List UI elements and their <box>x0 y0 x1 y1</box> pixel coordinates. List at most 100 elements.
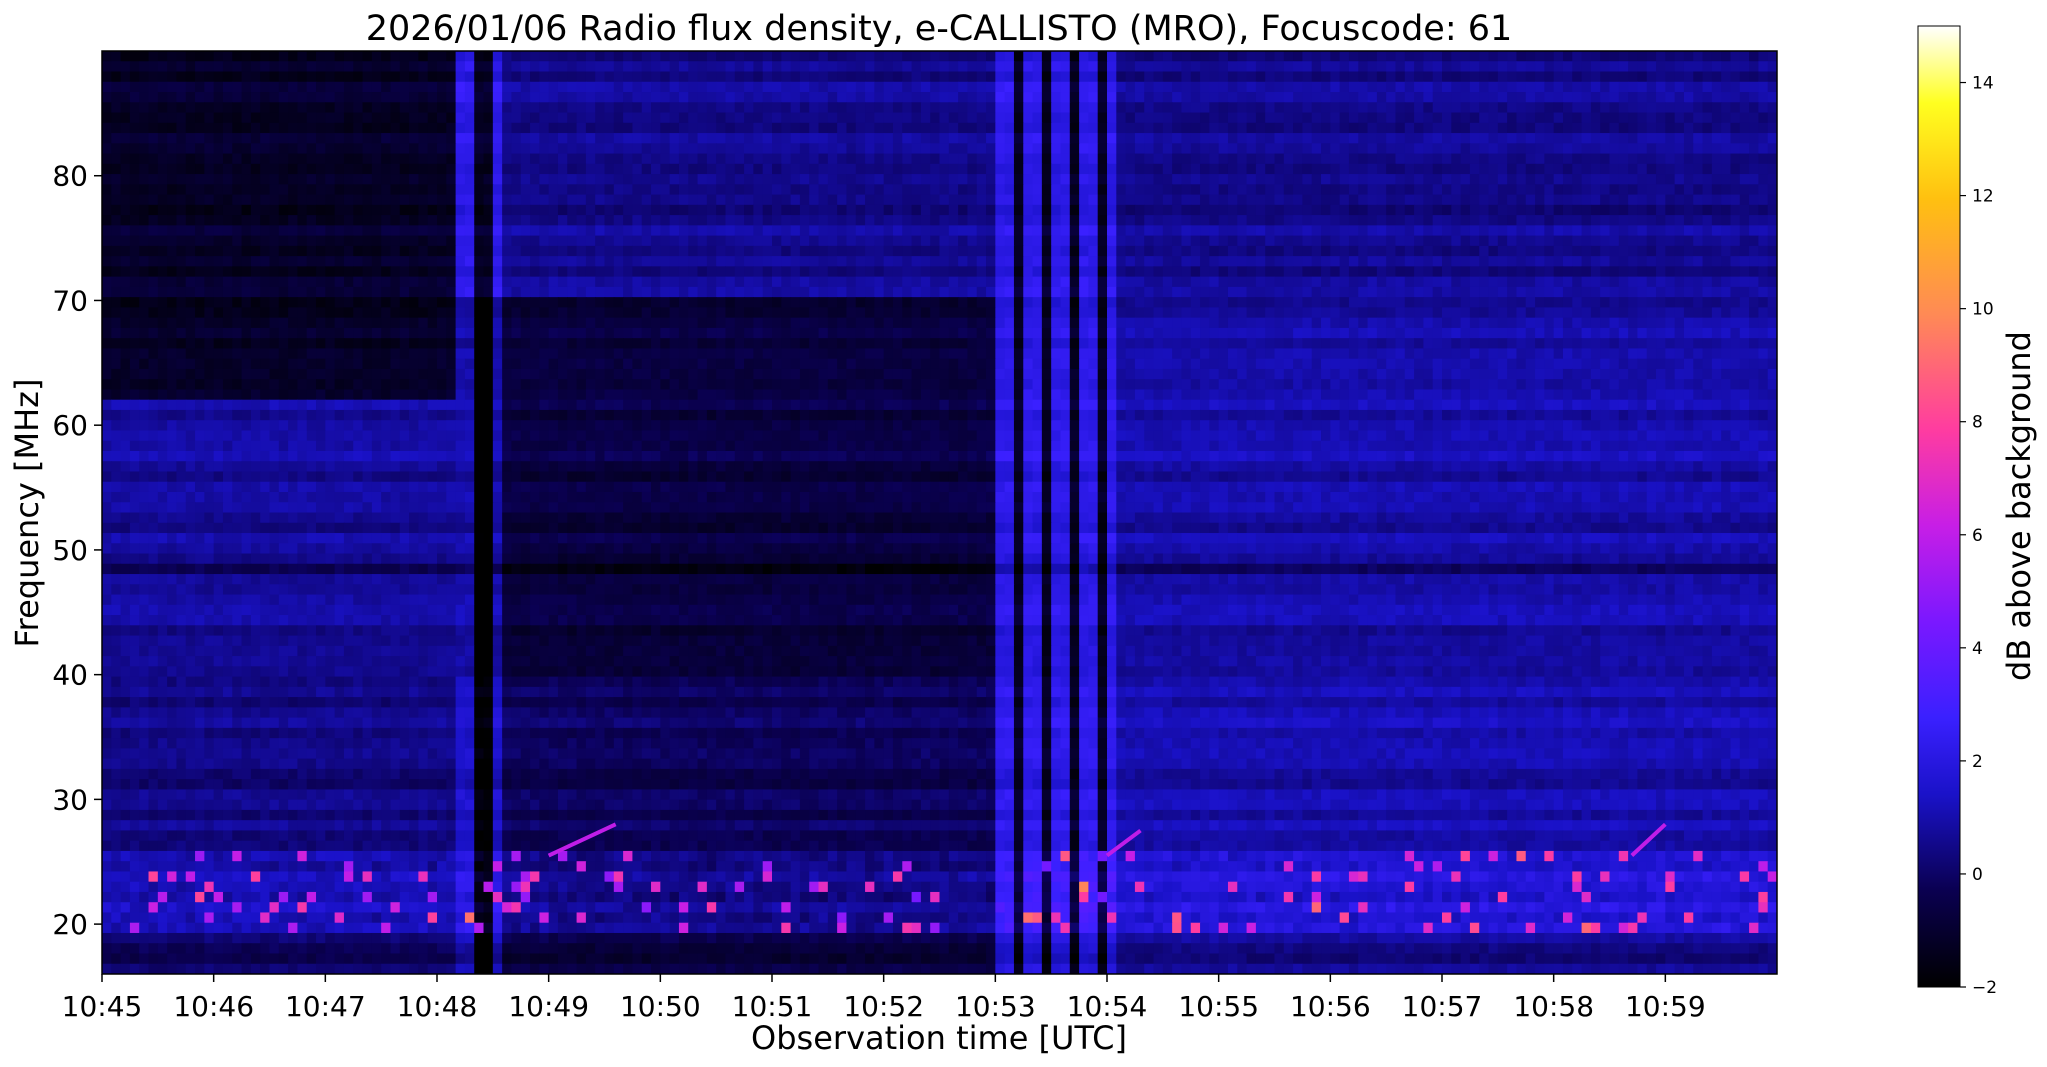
heatmap-cell <box>855 194 866 206</box>
heatmap-cell <box>1562 112 1573 124</box>
heatmap-cell <box>613 204 624 216</box>
heatmap-cell <box>1581 81 1592 93</box>
heatmap-cell <box>204 102 215 114</box>
heatmap-cell <box>427 215 438 226</box>
heatmap-cell <box>1646 61 1657 73</box>
heatmap-cell <box>567 133 578 144</box>
heatmap-cell <box>1562 81 1573 93</box>
heatmap-cell <box>1674 133 1685 144</box>
heatmap-cell <box>455 317 466 329</box>
heatmap-cell <box>483 307 494 319</box>
heatmap-cell <box>892 245 903 257</box>
heatmap-cell <box>381 143 392 155</box>
heatmap-cell <box>362 276 373 288</box>
heatmap-cell <box>1302 297 1313 308</box>
heatmap-cell <box>641 327 652 339</box>
heatmap-cell <box>865 235 875 247</box>
heatmap-cell <box>1590 184 1601 196</box>
heatmap-cell <box>855 327 866 339</box>
heatmap-cell <box>1097 153 1108 165</box>
heatmap-cell <box>1376 204 1387 216</box>
heatmap-cell <box>399 215 410 226</box>
heatmap-cell <box>1255 122 1266 134</box>
heatmap-cell <box>1367 122 1378 134</box>
heatmap-cell <box>371 307 382 319</box>
heatmap-cell <box>1079 215 1089 226</box>
heatmap-cell <box>1656 71 1666 83</box>
heatmap-cell <box>930 133 941 144</box>
heatmap-cell <box>567 122 578 134</box>
heatmap-cell <box>418 245 429 257</box>
heatmap-cell <box>660 256 671 267</box>
heatmap-cell <box>669 92 680 103</box>
heatmap-cell <box>632 194 643 206</box>
heatmap-cell <box>120 92 131 103</box>
heatmap-cell <box>809 92 820 103</box>
heatmap-cell <box>1218 61 1229 73</box>
heatmap-cell <box>1683 286 1694 298</box>
heatmap-cell <box>167 112 178 124</box>
heatmap-cell <box>697 245 708 257</box>
heatmap-cell <box>669 245 680 257</box>
heatmap-cell <box>734 297 745 308</box>
heatmap-cell <box>678 204 689 216</box>
heatmap-cell <box>381 256 392 267</box>
heatmap-cell <box>520 61 531 73</box>
heatmap-cell <box>446 235 457 247</box>
heatmap-cell <box>1497 184 1508 196</box>
heatmap-cell <box>781 71 792 83</box>
heatmap-cell <box>827 256 838 267</box>
heatmap-cell <box>660 225 671 237</box>
heatmap-cell <box>1144 174 1155 185</box>
heatmap-cell <box>995 266 1006 278</box>
heatmap-cell <box>1144 102 1155 114</box>
heatmap-cell <box>576 266 587 278</box>
heatmap-cell <box>902 153 913 165</box>
heatmap-cell <box>1553 122 1564 134</box>
heatmap-cell <box>1590 92 1601 103</box>
heatmap-cell <box>1749 286 1759 298</box>
heatmap-cell <box>883 204 894 216</box>
heatmap-cell <box>1153 61 1164 73</box>
heatmap-cell <box>483 153 494 165</box>
heatmap-cell <box>613 71 624 83</box>
heatmap-cell <box>176 215 187 226</box>
heatmap-cell <box>911 245 922 257</box>
heatmap-cell <box>995 143 1006 155</box>
heatmap-cell <box>1646 51 1657 62</box>
heatmap-cell <box>269 51 280 62</box>
heatmap-cell <box>1488 235 1499 247</box>
heatmap-cell <box>157 92 168 103</box>
heatmap-cell <box>148 297 159 308</box>
heatmap-cell <box>1590 276 1601 288</box>
heatmap-cell <box>1162 51 1173 62</box>
heatmap-cell <box>641 71 652 83</box>
heatmap-cell <box>799 163 810 175</box>
heatmap-cell <box>874 307 885 319</box>
heatmap-cell <box>269 163 280 175</box>
heatmap-cell <box>455 112 466 124</box>
heatmap-cell <box>688 133 699 144</box>
heatmap-cell <box>939 92 950 103</box>
heatmap-cell <box>232 112 243 124</box>
heatmap-cell <box>129 184 140 196</box>
heatmap-cell <box>837 286 848 298</box>
heatmap-cell <box>1246 122 1257 134</box>
heatmap-cell <box>288 225 299 237</box>
heatmap-cell <box>1172 163 1183 175</box>
heatmap-cell <box>232 92 243 103</box>
heatmap-cell <box>325 174 336 185</box>
heatmap-cell <box>278 122 289 134</box>
heatmap-cell <box>1181 327 1192 339</box>
heatmap-cell <box>1525 122 1536 134</box>
heatmap-cell <box>502 71 513 83</box>
heatmap-cell <box>958 174 969 185</box>
heatmap-cell <box>716 102 727 114</box>
heatmap-cell <box>995 276 1006 288</box>
heatmap-cell <box>958 61 969 73</box>
heatmap-cell <box>604 266 615 278</box>
heatmap-cell <box>772 102 782 114</box>
heatmap-cell <box>1293 276 1304 288</box>
heatmap-cell <box>1683 204 1694 216</box>
heatmap-cell <box>1125 81 1136 93</box>
